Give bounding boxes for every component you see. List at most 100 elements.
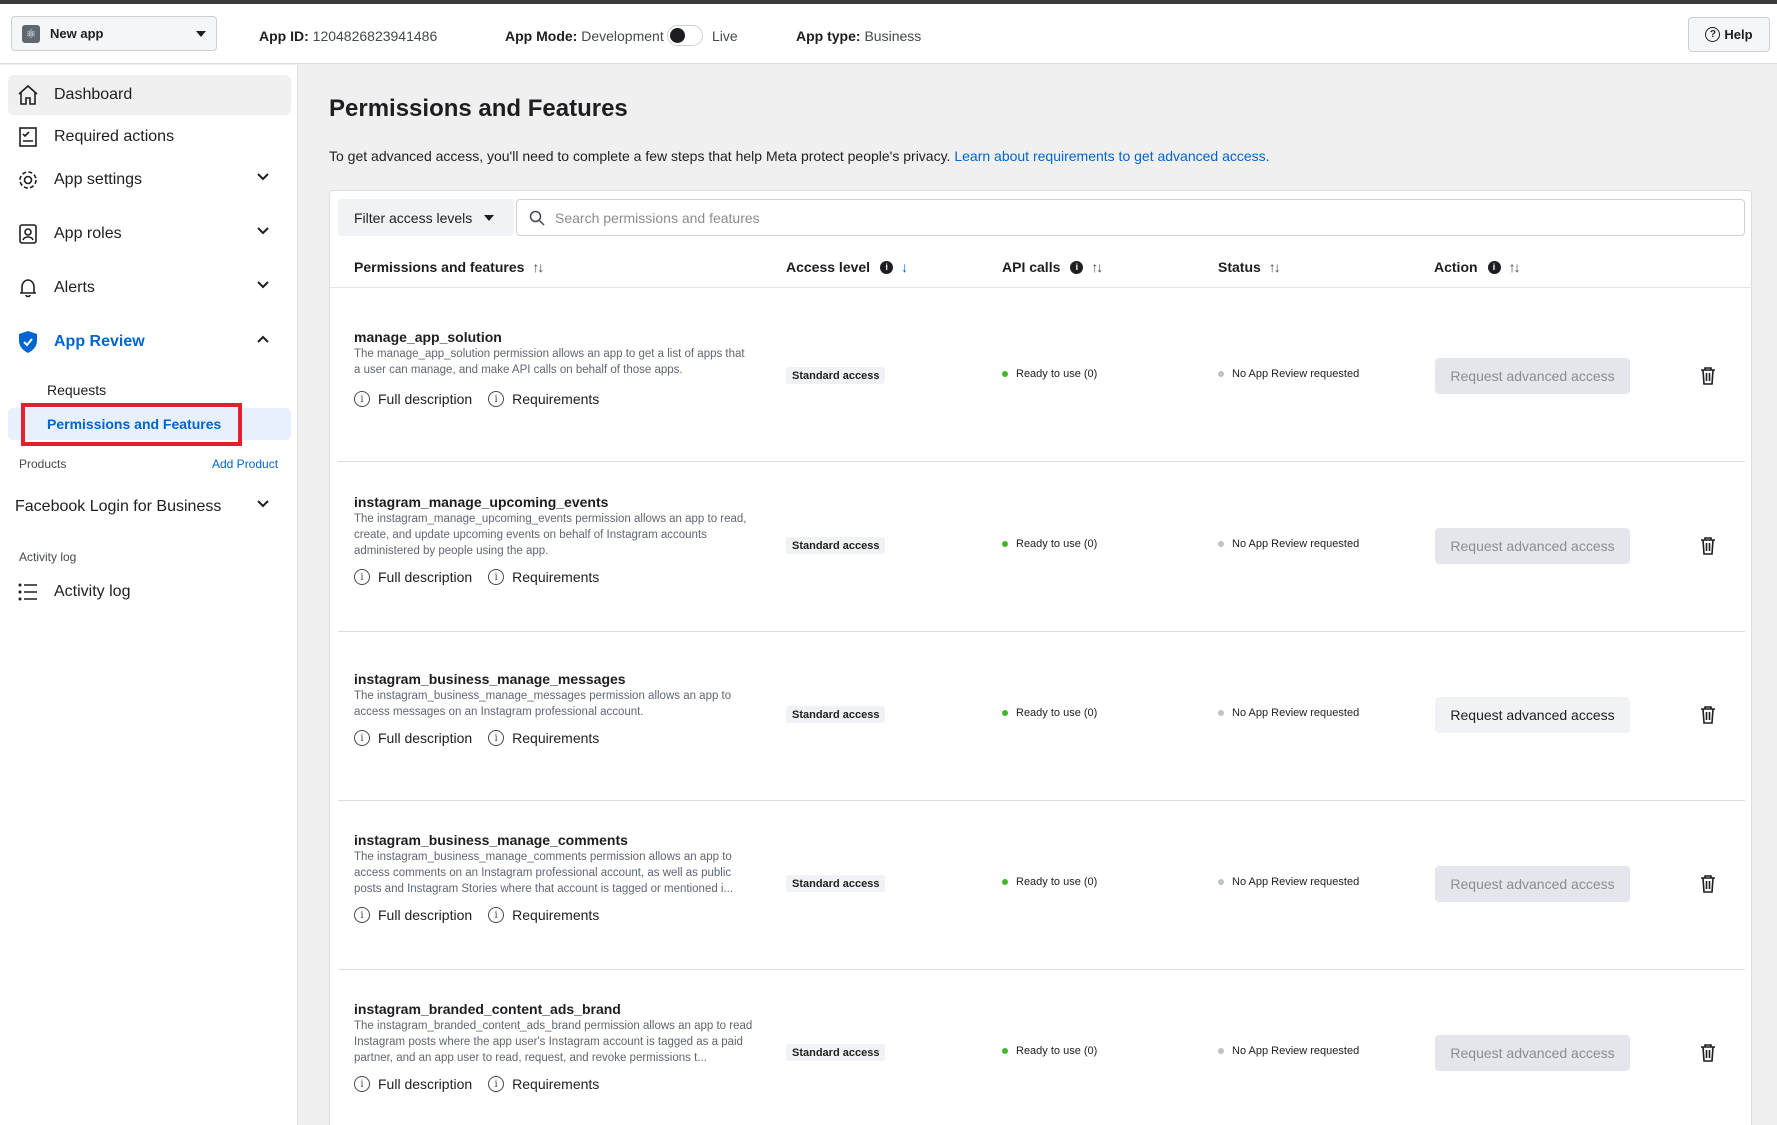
permission-name: instagram_branded_content_ads_brand [354,1001,621,1017]
chevron-down-icon [257,227,269,235]
row-links: i Full description i Requirements [354,391,615,407]
column-header-permissions[interactable]: Permissions and features ↑↓ [354,259,544,275]
home-icon [16,83,40,107]
app-id: App ID: 1204826823941486 [259,28,437,44]
app-mode-toggle[interactable] [667,25,703,46]
help-button[interactable]: ? Help [1688,17,1770,52]
request-advanced-access-button[interactable]: Request advanced access [1435,528,1630,564]
info-circle-icon: i [354,391,370,407]
sidebar-item-alerts[interactable]: Alerts [8,268,291,308]
trash-icon[interactable] [1699,536,1717,556]
info-icon[interactable]: i [1070,260,1084,274]
status-value: No App Review requested [1232,707,1360,719]
full-description-link[interactable]: i Full description [354,1076,472,1092]
sidebar-item-app-roles[interactable]: App roles [8,214,291,254]
intro-body: To get advanced access, you'll need to c… [329,148,951,164]
requirements-link[interactable]: Learn about requirements to get advanced… [954,148,1269,164]
filter-label: Filter access levels [354,209,473,226]
link-label: Full description [378,569,473,585]
grey-dot-icon [1218,1048,1224,1054]
search-box[interactable] [516,199,1745,236]
grey-dot-icon [1218,541,1224,547]
api-calls-status: Ready to use (0) [1002,707,1097,719]
sidebar-item-activity-log[interactable]: Activity log [8,572,291,612]
request-advanced-access-button[interactable]: Request advanced access [1435,866,1630,902]
column-header-status[interactable]: Status ↑↓ [1218,259,1281,275]
requirements-link[interactable]: i Requirements [488,391,599,407]
requirements-link[interactable]: i Requirements [488,569,599,585]
app-name: New app [50,26,104,41]
info-circle-icon: i [354,1076,370,1092]
full-description-link[interactable]: i Full description [354,569,472,585]
full-description-link[interactable]: i Full description [354,730,472,746]
column-header-access-level[interactable]: Access level i ↓ [786,259,908,275]
trash-icon[interactable] [1699,1043,1717,1063]
sidebar-item-label: Dashboard [54,86,133,103]
link-label: Full description [378,1076,473,1092]
help-label: Help [1724,27,1753,42]
request-advanced-access-button[interactable]: Request advanced access [1435,358,1630,394]
info-circle-icon: i [488,907,505,923]
requirements-link[interactable]: i Requirements [488,730,599,746]
sidebar-item-app-settings[interactable]: App settings [8,160,291,200]
chevron-down-icon [257,500,269,508]
sidebar-item-dashboard[interactable]: Dashboard [8,75,291,115]
review-status: No App Review requested [1218,876,1359,888]
grey-dot-icon [1218,879,1224,885]
status-value: No App Review requested [1232,368,1360,380]
column-header-api-calls[interactable]: API calls i ↑↓ [1002,259,1103,275]
intro-text: To get advanced access, you'll need to c… [329,148,1270,164]
row-links: i Full description i Requirements [354,569,615,585]
table-row: instagram_business_manage_comments The i… [338,801,1745,970]
caret-down-icon [484,214,495,221]
api-calls-status: Ready to use (0) [1002,368,1097,380]
sort-icon: ↑↓ [1091,259,1103,275]
sidebar-item-requests[interactable]: Requests [8,374,291,406]
link-label: Full description [378,907,473,923]
app-type-value: Business [864,28,922,44]
sidebar-item-required-actions[interactable]: Required actions [8,117,291,157]
requirements-link[interactable]: i Requirements [488,1076,599,1092]
trash-icon[interactable] [1699,705,1717,725]
green-dot-icon [1002,879,1008,885]
info-icon[interactable]: i [880,260,894,274]
api-calls-value: Ready to use (0) [1016,1045,1098,1057]
search-input[interactable] [555,209,1705,226]
app-type-label: App type: [796,28,861,44]
trash-icon[interactable] [1699,874,1717,894]
sidebar-item-facebook-login[interactable]: Facebook Login for Business [8,487,291,527]
access-level-badge: Standard access [786,367,886,384]
activity-log-section-label: Activity log [19,550,77,564]
app-mode-live-label: Live [712,28,738,44]
sidebar-item-permissions-features[interactable]: Permissions and Features [8,408,291,440]
add-product-link[interactable]: Add Product [212,457,278,471]
column-label: API calls [1002,259,1061,275]
request-advanced-access-button[interactable]: Request advanced access [1435,1035,1630,1071]
sidebar-item-label: Alerts [54,279,95,296]
full-description-link[interactable]: i Full description [354,391,472,407]
products-label: Products [19,457,67,471]
request-advanced-access-button[interactable]: Request advanced access [1435,697,1630,733]
row-links: i Full description i Requirements [354,730,615,746]
app-type: App type: Business [796,28,921,44]
bell-icon [16,276,40,300]
filter-access-levels-button[interactable]: Filter access levels [338,199,514,236]
link-label: Requirements [512,569,600,585]
info-icon[interactable]: i [1487,260,1501,274]
link-label: Full description [378,391,473,407]
green-dot-icon [1002,1048,1008,1054]
trash-icon[interactable] [1699,366,1717,386]
requirements-link[interactable]: i Requirements [488,907,599,923]
green-dot-icon [1002,541,1008,547]
full-description-link[interactable]: i Full description [354,907,472,923]
top-bar: ⚛ New app App ID: 1204826823941486 App M… [0,4,1777,64]
column-header-action[interactable]: Action i ↑↓ [1434,259,1521,275]
info-circle-icon: i [488,730,505,746]
sidebar-item-app-review[interactable]: App Review [8,322,291,362]
review-status: No App Review requested [1218,538,1359,550]
link-label: Full description [378,730,473,746]
app-selector[interactable]: ⚛ New app [11,16,217,51]
app-icon: ⚛ [22,24,40,43]
sort-icon: ↑↓ [532,259,544,275]
app-id-value: 1204826823941486 [312,28,438,44]
